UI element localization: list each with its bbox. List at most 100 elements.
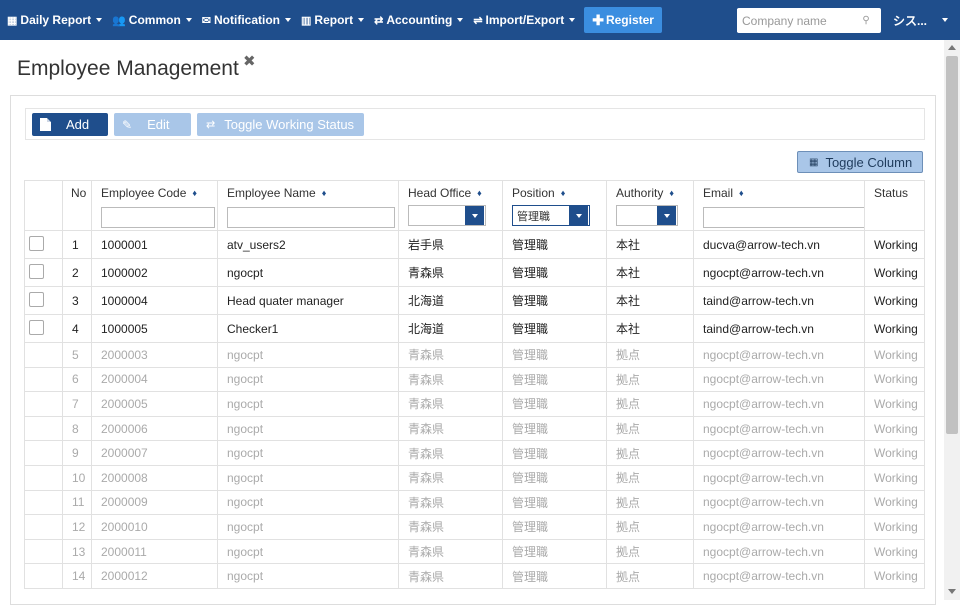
cell-no: 12: [62, 514, 92, 540]
row-checkbox[interactable]: [29, 235, 44, 251]
cell-position: 管理職: [502, 415, 607, 442]
chevron-down-icon: [942, 18, 949, 22]
sort-icon[interactable]: ♦: [322, 188, 327, 198]
sort-employee-name[interactable]: Employee Name ♦: [227, 186, 398, 200]
nav-common[interactable]: 👥 Common: [107, 0, 197, 40]
cell-office: 青森県: [398, 366, 503, 393]
toggle-column-button[interactable]: ▦ Toggle Column: [797, 151, 923, 173]
cell-email: ducva@arrow-tech.vn: [693, 230, 865, 259]
nav-import-export[interactable]: ⇌ Import/Export: [468, 0, 580, 40]
nav-notification[interactable]: ✉ Notification: [197, 0, 296, 40]
sort-icon[interactable]: ♦: [561, 188, 566, 198]
cell-status: Working: [864, 538, 925, 565]
sort-icon[interactable]: ♦: [739, 188, 744, 198]
head-office-filter-select[interactable]: [408, 205, 486, 226]
row-checkbox-cell: [24, 258, 63, 287]
cell-status: Working: [864, 366, 925, 393]
register-button[interactable]: ✚ Register: [584, 7, 662, 33]
cell-no: 11: [62, 489, 92, 516]
sort-icon[interactable]: ♦: [669, 188, 674, 198]
dropdown-icon[interactable]: [569, 206, 588, 225]
nav-report[interactable]: ▥ Report: [296, 0, 369, 40]
toggle-working-status-button[interactable]: ⇄ Toggle Working Status: [197, 113, 364, 136]
sort-icon[interactable]: ♦: [477, 188, 482, 198]
row-checkbox[interactable]: [29, 319, 44, 335]
table-row: 7 2000005 ngocpt 青森県 管理職 拠点 ngocpt@arrow-tech.…: [24, 391, 925, 417]
cell-email: ngocpt@arrow-tech.vn: [693, 440, 865, 466]
cell-email: ngocpt@arrow-tech.vn: [693, 563, 865, 589]
employee-code-filter-input[interactable]: [101, 207, 215, 228]
scroll-down-icon[interactable]: [948, 589, 956, 594]
cell-authority: 本社: [606, 314, 694, 343]
cell-status: Working: [864, 514, 925, 540]
header-employee-code: Employee Code ♦: [91, 180, 218, 231]
cell-email: ngocpt@arrow-tech.vn: [693, 366, 865, 393]
sort-email[interactable]: Email ♦: [703, 186, 864, 200]
dropdown-icon[interactable]: [465, 206, 484, 225]
header-authority: Authority ♦: [606, 180, 694, 231]
cell-authority: 本社: [606, 230, 694, 259]
cell-position: 管理職: [502, 464, 607, 491]
sort-employee-code[interactable]: Employee Code ♦: [101, 186, 217, 200]
sort-position[interactable]: Position ♦: [512, 186, 606, 200]
cell-authority: 拠点: [606, 538, 694, 565]
cell-authority: 拠点: [606, 342, 694, 368]
nav-accounting[interactable]: ⇄ Accounting: [369, 0, 468, 40]
cell-name: ngocpt: [217, 563, 399, 589]
cell-authority: 本社: [606, 258, 694, 287]
email-filter-input[interactable]: [703, 207, 864, 228]
cell-no: 13: [62, 538, 92, 565]
company-search-input[interactable]: [737, 9, 855, 32]
dropdown-icon[interactable]: [657, 206, 676, 225]
cell-name: ngocpt: [217, 538, 399, 565]
cell-authority: 拠点: [606, 563, 694, 589]
header-status-label: Status: [874, 186, 909, 200]
chevron-down-icon: [185, 18, 192, 22]
row-checkbox-cell: [24, 440, 63, 466]
scroll-up-icon[interactable]: [948, 45, 956, 50]
edit-label: Edit: [147, 117, 170, 132]
position-filter-select[interactable]: 管理職: [512, 205, 590, 226]
add-button[interactable]: Add: [32, 113, 108, 136]
sort-authority[interactable]: Authority ♦: [616, 186, 693, 200]
employee-name-filter-input[interactable]: [227, 207, 395, 228]
table-row[interactable]: 3 1000004 Head quater manager 北海道 管理職 本社 taind…: [24, 286, 925, 315]
cell-email: ngocpt@arrow-tech.vn: [693, 464, 865, 491]
authority-filter-select[interactable]: [616, 205, 678, 226]
close-icon[interactable]: ✖: [243, 52, 256, 70]
envelope-icon: ✉: [201, 14, 212, 27]
top-navbar: ▦ Daily Report 👥 Common ✉ Notification ▥ Report…: [0, 0, 960, 40]
user-label: シス...: [893, 13, 928, 28]
cell-position: 管理職: [502, 538, 607, 565]
cell-email: ngocpt@arrow-tech.vn: [693, 391, 865, 417]
sort-icon[interactable]: ♦: [192, 188, 197, 198]
cell-no: 10: [62, 464, 92, 491]
table-row[interactable]: 2 1000002 ngocpt 青森県 管理職 本社 ngocpt@arrow-tech.…: [24, 258, 925, 287]
cell-name: atv_users2: [217, 230, 399, 259]
cell-position: 管理職: [502, 489, 607, 516]
cell-name: ngocpt: [217, 415, 399, 442]
cell-office: 北海道: [398, 286, 503, 315]
table-row[interactable]: 1 1000001 atv_users2 岩手県 管理職 本社 ducva@arrow-te…: [24, 230, 925, 259]
cell-email: taind@arrow-tech.vn: [693, 314, 865, 343]
sort-head-office[interactable]: Head Office ♦: [408, 186, 502, 200]
row-checkbox[interactable]: [29, 263, 44, 279]
swap-icon: ⇌: [473, 14, 483, 27]
user-menu[interactable]: シス...: [893, 0, 949, 40]
row-checkbox[interactable]: [29, 291, 44, 307]
add-label: Add: [66, 117, 90, 132]
table-row[interactable]: 4 1000005 Checker1 北海道 管理職 本社 taind@arrow-tech…: [24, 314, 925, 343]
table-row: 5 2000003 ngocpt 青森県 管理職 拠点 ngocpt@arrow-tech.…: [24, 342, 925, 368]
row-checkbox-cell: [24, 563, 63, 589]
cell-position: 管理職: [502, 366, 607, 393]
nav-daily-report[interactable]: ▦ Daily Report: [0, 0, 107, 40]
edit-button[interactable]: ✎ Edit: [114, 113, 191, 136]
scroll-thumb[interactable]: [946, 56, 958, 434]
cell-status: Working: [864, 464, 925, 491]
cell-name: ngocpt: [217, 391, 399, 417]
header-position-label: Position: [512, 186, 555, 200]
vertical-scrollbar[interactable]: [944, 40, 960, 600]
cell-position: 管理職: [502, 514, 607, 540]
search-icon[interactable]: ⚲: [855, 15, 877, 26]
cell-code: 2000003: [91, 342, 218, 368]
